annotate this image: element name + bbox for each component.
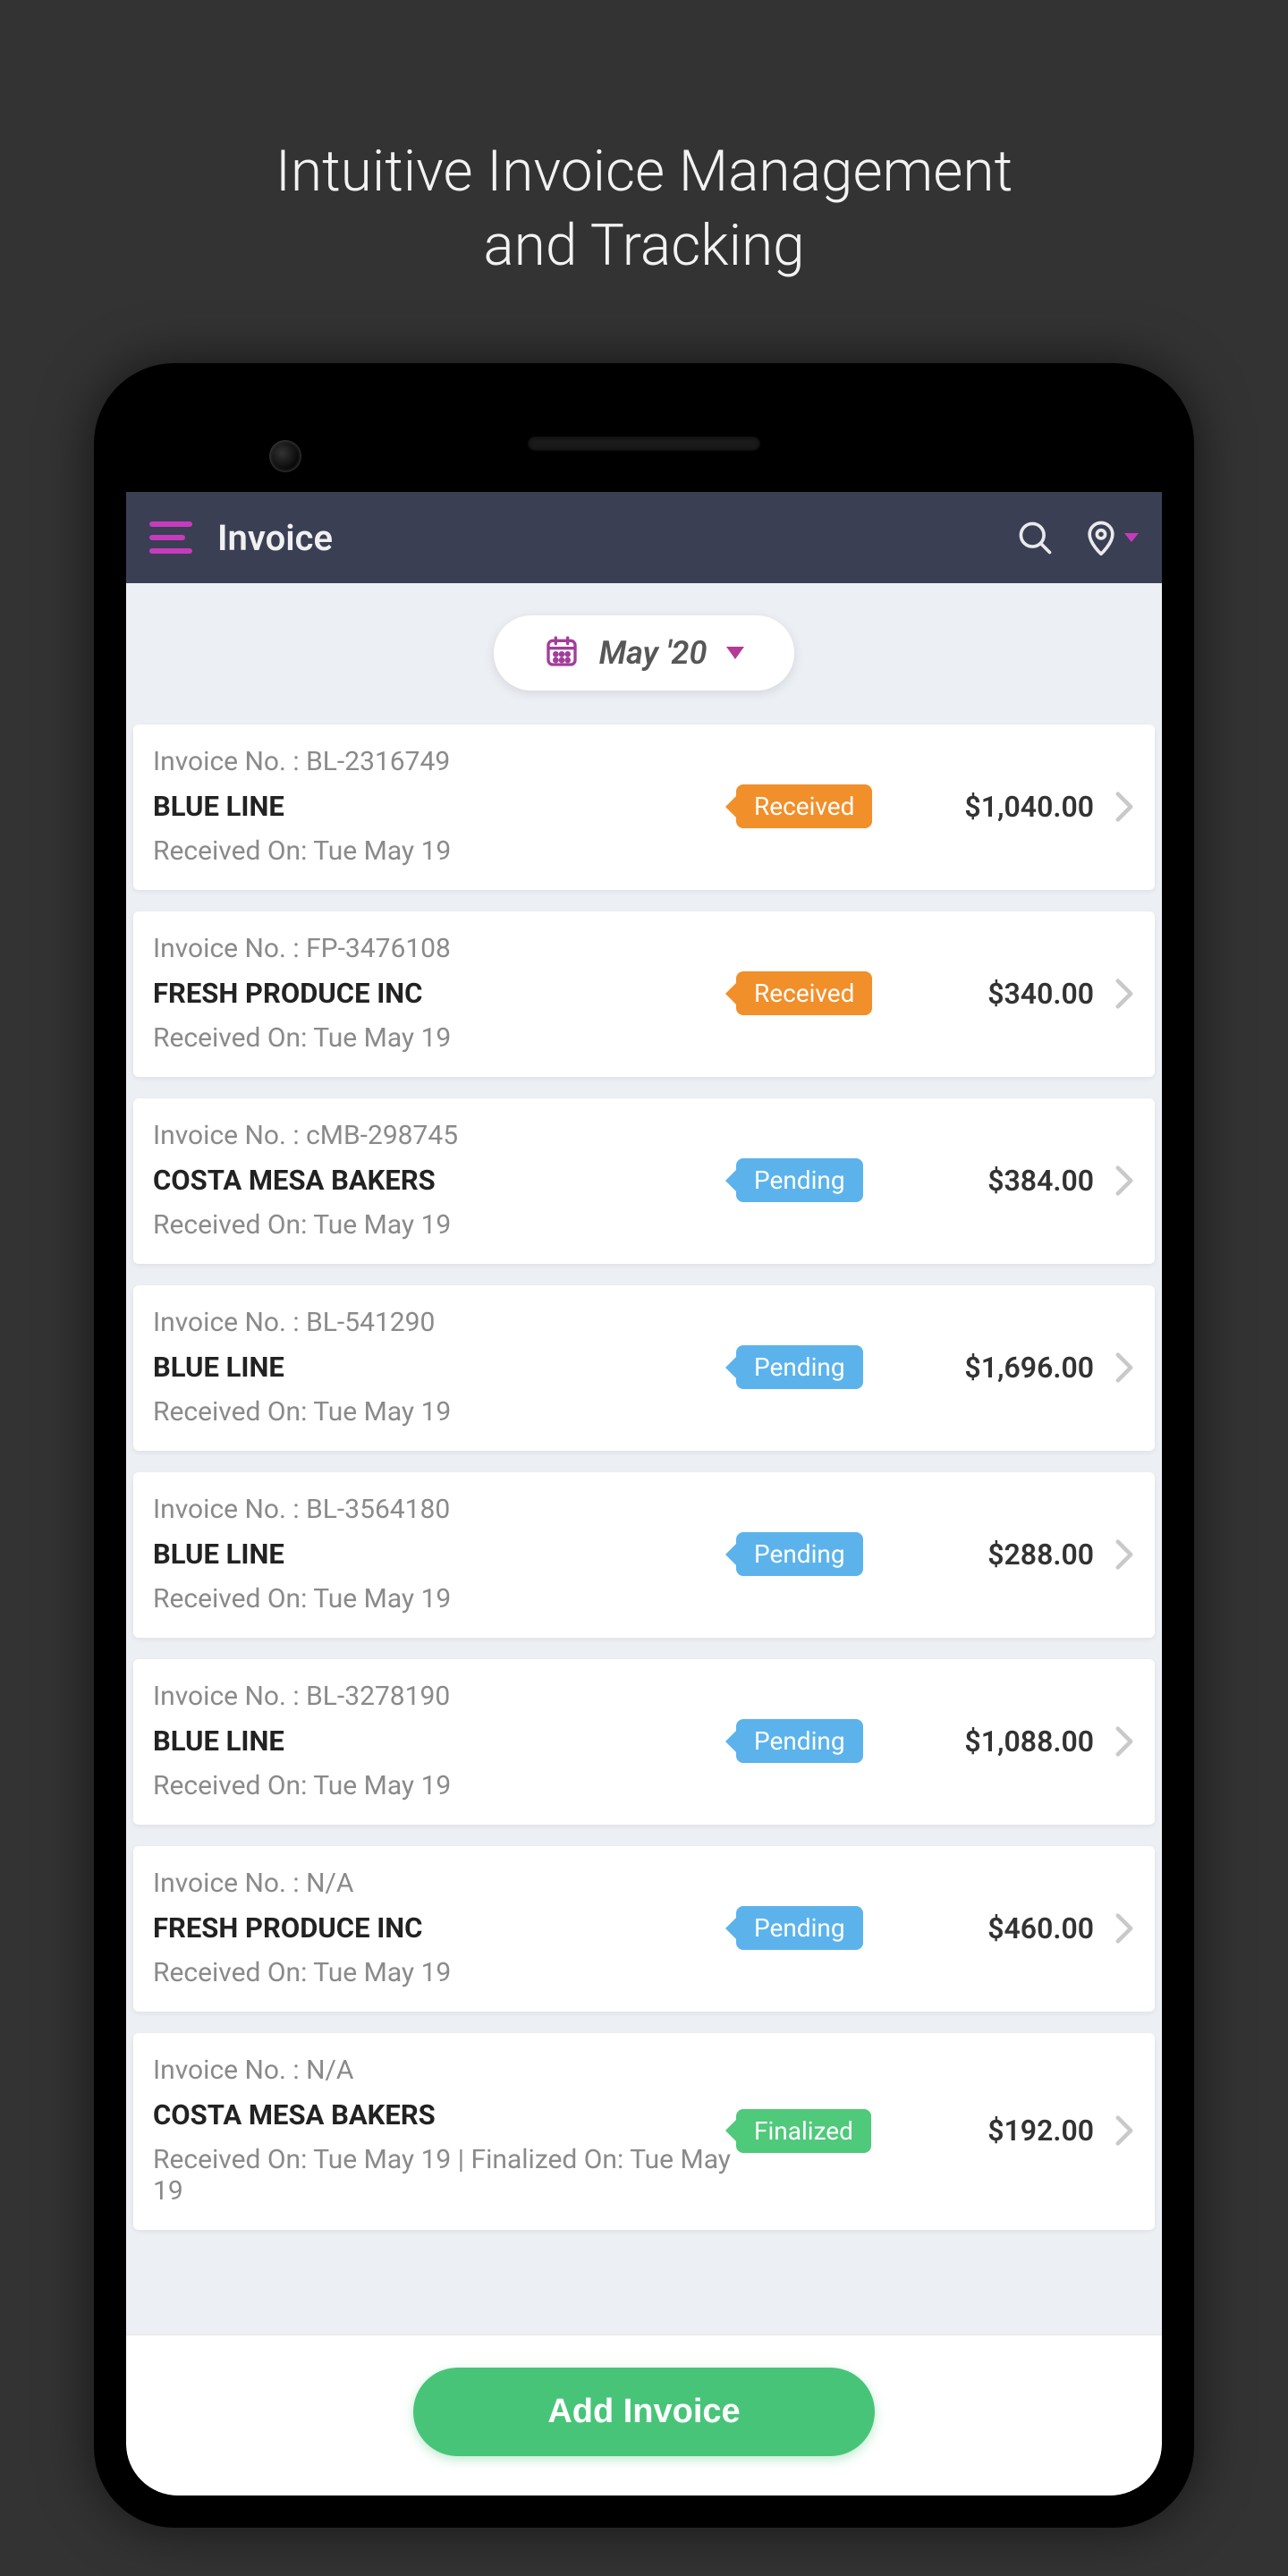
promo-title: Intuitive Invoice Management and Trackin… — [0, 0, 1288, 363]
app-header: Invoice — [126, 492, 1162, 583]
invoice-number: Invoice No. : BL-541290 — [153, 1307, 736, 1338]
invoice-vendor: BLUE LINE — [153, 1538, 736, 1571]
add-invoice-button[interactable]: Add Invoice — [413, 2368, 874, 2456]
phone-camera — [269, 440, 301, 472]
chevron-right-icon — [1094, 2114, 1135, 2147]
phone-speaker — [528, 436, 760, 451]
promo-line-1: Intuitive Invoice Management — [275, 138, 1013, 205]
invoice-amount: $340.00 — [897, 977, 1094, 1011]
invoice-received-on: Received On: Tue May 19 — [153, 1957, 736, 1988]
invoice-card[interactable]: Invoice No. : N/A COSTA MESA BAKERS Receiv… — [133, 2033, 1155, 2230]
invoice-amount: $1,696.00 — [897, 1351, 1094, 1385]
app-screen: Invoice — [126, 492, 1162, 2496]
invoice-card[interactable]: Invoice No. : BL-3564180 BLUE LINE Receive… — [133, 1472, 1155, 1638]
invoice-received-on: Received On: Tue May 19 — [153, 1583, 736, 1614]
date-filter-bar: May '20 — [126, 583, 1162, 724]
status-badge: Pending — [736, 1158, 863, 1202]
chevron-right-icon — [1094, 1352, 1135, 1384]
chevron-right-icon — [1094, 1538, 1135, 1571]
invoice-number: Invoice No. : BL-3564180 — [153, 1494, 736, 1525]
calendar-icon — [544, 633, 580, 673]
status-badge: Pending — [736, 1906, 863, 1950]
promo-line-2: and Tracking — [483, 212, 804, 279]
invoice-vendor: BLUE LINE — [153, 790, 736, 823]
status-badge: Pending — [736, 1719, 863, 1763]
invoice-received-on: Received On: Tue May 19 — [153, 835, 736, 867]
phone-mockup: Invoice — [0, 363, 1288, 2528]
invoice-card[interactable]: Invoice No. : N/A FRESH PRODUCE INC Receiv… — [133, 1846, 1155, 2012]
invoice-number: Invoice No. : FP-3476108 — [153, 933, 736, 964]
page-title: Invoice — [217, 517, 1015, 559]
invoice-card[interactable]: Invoice No. : BL-2316749BLUE LINEReceive… — [133, 724, 1155, 890]
invoice-vendor: FRESH PRODUCE INC — [153, 1911, 736, 1945]
invoice-number: Invoice No. : N/A — [153, 2055, 736, 2086]
invoice-amount: $460.00 — [897, 1911, 1094, 1945]
hamburger-menu-icon[interactable] — [149, 521, 192, 554]
chevron-right-icon — [1094, 1912, 1135, 1945]
status-badge: Pending — [736, 1532, 863, 1576]
invoice-number: Invoice No. : N/A — [153, 1868, 736, 1899]
invoice-number: Invoice No. : BL-2316749 — [153, 746, 736, 777]
chevron-right-icon — [1094, 791, 1135, 823]
chevron-down-icon — [1124, 533, 1139, 542]
invoice-received-on: Received On: Tue May 19 — [153, 1209, 736, 1241]
invoice-received-on: Received On: Tue May 19 — [153, 1396, 736, 1428]
date-filter-button[interactable]: May '20 — [494, 615, 795, 691]
invoice-vendor: BLUE LINE — [153, 1351, 736, 1384]
chevron-right-icon — [1094, 1725, 1135, 1758]
invoice-vendor: BLUE LINE — [153, 1724, 736, 1758]
invoice-received-on: Received On: Tue May 19 | Finalized On: … — [153, 2144, 736, 2207]
chevron-down-icon — [726, 647, 744, 659]
status-badge: Finalized — [736, 2109, 871, 2153]
chevron-right-icon — [1094, 1165, 1135, 1197]
invoice-card[interactable]: Invoice No. : BL-541290 BLUE LINE Received… — [133, 1285, 1155, 1451]
invoice-amount: $288.00 — [897, 1538, 1094, 1572]
invoice-vendor: COSTA MESA BAKERS — [153, 1164, 736, 1197]
invoice-amount: $1,088.00 — [897, 1724, 1094, 1758]
invoice-card[interactable]: Invoice No. : cMB-298745 COSTA MESA BAKER… — [133, 1098, 1155, 1264]
invoice-vendor: FRESH PRODUCE INC — [153, 977, 736, 1010]
phone-notch — [126, 395, 1162, 492]
invoice-received-on: Received On: Tue May 19 — [153, 1022, 736, 1054]
chevron-right-icon — [1094, 978, 1135, 1010]
invoice-amount: $1,040.00 — [897, 790, 1094, 824]
invoice-amount: $384.00 — [897, 1164, 1094, 1198]
search-icon[interactable] — [1015, 518, 1055, 557]
status-badge: Received — [736, 971, 872, 1015]
invoice-number: Invoice No. : BL-3278190 — [153, 1681, 736, 1712]
invoice-amount: $192.00 — [897, 2114, 1094, 2148]
date-filter-label: May '20 — [599, 634, 708, 672]
invoice-vendor: COSTA MESA BAKERS — [153, 2098, 736, 2131]
invoice-number: Invoice No. : cMB-298745 — [153, 1120, 736, 1151]
location-pin-icon — [1081, 518, 1121, 557]
invoice-card[interactable]: Invoice No. : FP-3476108 FRESH PRODUCE IN… — [133, 911, 1155, 1077]
invoice-list: Invoice No. : BL-2316749BLUE LINEReceive… — [126, 724, 1162, 2334]
bottom-action-bar: Add Invoice — [126, 2334, 1162, 2496]
location-picker[interactable] — [1081, 518, 1139, 557]
status-badge: Received — [736, 784, 872, 828]
status-badge: Pending — [736, 1345, 863, 1389]
invoice-card[interactable]: Invoice No. : BL-3278190 BLUE LINE Receive… — [133, 1659, 1155, 1825]
invoice-received-on: Received On: Tue May 19 — [153, 1770, 736, 1801]
